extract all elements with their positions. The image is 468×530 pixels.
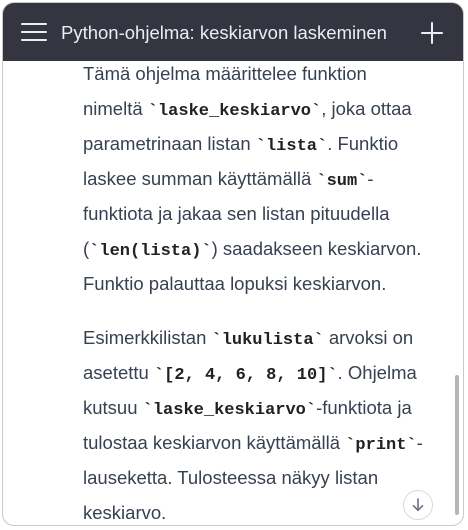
text-line: kutsuu `laske_keskiarvo`-funktiota ja (83, 397, 412, 420)
scrollbar-thumb[interactable] (455, 375, 459, 515)
inline-code-param: `lista` (255, 137, 328, 156)
text-line: Esimerkkilistan `lukulista` arvoksi on (83, 327, 414, 350)
text-line: funktiota ja jakaa sen listan pituudella (83, 203, 390, 224)
arrow-down-icon (412, 498, 424, 512)
top-bar: Python-ohjelma: keskiarvon laskeminen (3, 3, 463, 61)
conversation-title: Python-ohjelma: keskiarvon laskeminen (61, 22, 387, 43)
inline-code-variable: `lukulista` (211, 331, 324, 350)
scroll-to-bottom-button[interactable] (403, 490, 433, 520)
text-line: lauseketta. Tulosteessa näkyy listan (83, 467, 379, 488)
text-line: laskee summan käyttämällä `sum`- (83, 168, 374, 191)
text-line: Funktio palauttaa lopuksi keskiarvon. (83, 273, 387, 294)
inline-code-sum: `sum` (316, 172, 368, 191)
text-line: nimeltä `laske_keskiarvo`, joka ottaa (83, 98, 412, 121)
text-line: (`len(lista)`) saadakseen keskiarvon. (83, 238, 422, 261)
inline-code-len: `len(lista)` (89, 242, 212, 261)
text-line: keskiarvo. (83, 502, 167, 523)
inline-code-list-literal: `[2, 4, 6, 8, 10]` (153, 366, 338, 385)
text-line: asetettu `[2, 4, 6, 8, 10]`. Ohjelma (83, 362, 417, 385)
message-content: Tämä ohjelma määrittelee funktion nimelt… (3, 61, 463, 525)
hamburger-menu-icon[interactable] (21, 22, 47, 42)
inline-code-print: `print` (345, 436, 417, 455)
text-line: tulostaa keskiarvon käyttämällä `print`- (83, 432, 423, 455)
inline-code-function-name: `laske_keskiarvo` (142, 401, 317, 420)
app-window: Python-ohjelma: keskiarvon laskeminen Tä… (2, 2, 464, 526)
inline-code-function-name: `laske_keskiarvo` (147, 102, 322, 121)
new-chat-plus-icon[interactable] (421, 22, 443, 44)
text-line: Tämä ohjelma määrittelee funktion (83, 63, 367, 84)
text-line: parametrinaan listan `lista`. Funktio (83, 133, 399, 156)
